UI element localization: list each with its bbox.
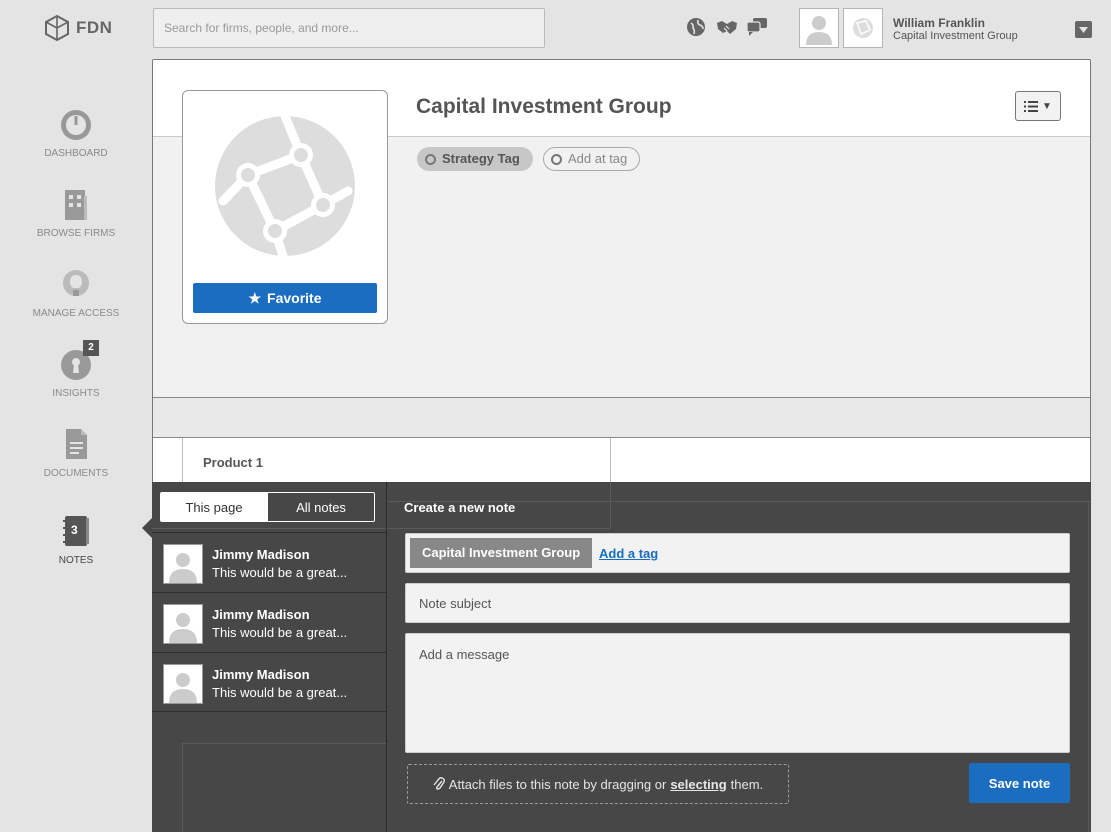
note-author: Jimmy Madison: [212, 547, 310, 562]
keyhole-icon: 2: [59, 340, 99, 382]
globe-network-icon: [215, 111, 355, 261]
person-icon: [169, 673, 197, 703]
notes-pointer: [142, 518, 152, 538]
tab-all-notes[interactable]: All notes: [267, 493, 374, 521]
tag-label: Strategy Tag: [442, 151, 520, 166]
create-note-title: Create a new note: [404, 500, 516, 515]
notes-scope-toggle: This page All notes: [160, 492, 375, 522]
cube-logo-icon: [45, 14, 69, 42]
product-label: Product 1: [203, 455, 263, 470]
note-tags-field[interactable]: Capital Investment Group Add a tag: [405, 533, 1070, 573]
add-tag-button[interactable]: Add at tag: [543, 147, 641, 171]
firm-title: Capital Investment Group: [416, 95, 672, 118]
notebook-icon: 3: [59, 515, 93, 549]
ghost-divider: [182, 743, 386, 744]
note-preview: This would be a great...: [212, 625, 348, 640]
building-icon: [59, 188, 93, 222]
list-menu-button[interactable]: ▼: [1015, 91, 1061, 121]
user-name: William Franklin: [893, 16, 985, 30]
user-company: Capital Investment Group: [893, 30, 1018, 42]
top-icons: [686, 17, 767, 37]
nav-label: BROWSE FIRMS: [36, 228, 116, 239]
add-tag-link[interactable]: Add a tag: [599, 546, 658, 561]
lightbulb-icon: [59, 268, 93, 302]
note-message-input[interactable]: [405, 633, 1070, 753]
ghost-divider: [610, 482, 611, 528]
author-avatar: [163, 544, 203, 584]
firm-logo-card: ★ Favorite: [182, 90, 388, 324]
strategy-tag[interactable]: Strategy Tag: [417, 147, 533, 171]
note-list-item[interactable]: Jimmy Madison This would be a great...: [152, 592, 386, 652]
notes-divider: [386, 482, 387, 832]
ghost-divider: [1088, 502, 1089, 832]
favorite-label: Favorite: [267, 290, 322, 306]
select-files-link[interactable]: selecting: [670, 777, 726, 792]
person-icon: [169, 553, 197, 583]
globe-icon[interactable]: [686, 17, 706, 37]
note-list-item[interactable]: Jimmy Madison This would be a great...: [152, 652, 386, 712]
nav-browse-firms[interactable]: BROWSE FIRMS: [0, 188, 152, 239]
person-icon: [806, 16, 832, 45]
brand-logo[interactable]: FDN: [44, 14, 112, 42]
note-author: Jimmy Madison: [212, 607, 310, 622]
nav-insights[interactable]: 2 INSIGHTS: [0, 340, 152, 399]
chat-icon[interactable]: [746, 17, 767, 37]
nav-label: DOCUMENTS: [43, 468, 109, 479]
firm-tag-chip[interactable]: Capital Investment Group: [410, 538, 593, 568]
globe-network-icon: [853, 18, 873, 38]
nav-documents[interactable]: DOCUMENTS: [0, 428, 152, 479]
caret-down-icon: ▼: [1042, 100, 1052, 112]
note-preview: This would be a great...: [212, 565, 348, 580]
list-icon: [1024, 100, 1039, 112]
nav-notes[interactable]: 3 NOTES: [0, 515, 152, 566]
author-avatar: [163, 664, 203, 704]
note-preview: This would be a great...: [212, 685, 348, 700]
caret-down-icon: [1079, 26, 1088, 33]
search-input[interactable]: [153, 8, 545, 48]
tag-ring-icon: [425, 154, 436, 165]
nav-label: DASHBOARD: [44, 148, 108, 159]
handshake-icon[interactable]: [716, 17, 737, 37]
star-icon: ★: [248, 289, 262, 306]
save-note-button[interactable]: Save note: [969, 763, 1070, 803]
note-subject-input[interactable]: [405, 583, 1070, 623]
tag-ring-icon: [551, 154, 562, 165]
author-avatar: [163, 604, 203, 644]
company-avatar[interactable]: [843, 8, 883, 48]
gauge-icon: [59, 108, 93, 142]
paperclip-icon: [433, 777, 445, 790]
section-separator: [153, 397, 1090, 438]
attach-text: Attach files to this note by dragging or: [448, 776, 667, 792]
notes-count: 3: [71, 523, 78, 537]
nav-label: NOTES: [58, 555, 94, 566]
user-avatar[interactable]: [799, 8, 839, 48]
insights-badge: 2: [83, 340, 99, 356]
nav-dashboard[interactable]: DASHBOARD: [0, 108, 152, 159]
add-tag-label: Add at tag: [568, 151, 628, 166]
user-menu-button[interactable]: [1075, 21, 1092, 38]
document-icon: [59, 428, 93, 462]
person-icon: [169, 613, 197, 643]
notes-panel: This page All notes Jimmy Madison This w…: [152, 482, 1091, 832]
brand-name: FDN: [76, 18, 113, 37]
ghost-divider: [182, 743, 183, 832]
attach-suffix: them.: [730, 776, 764, 792]
ghost-divider: [152, 528, 610, 529]
attach-dropzone[interactable]: Attach files to this note by dragging or…: [407, 764, 789, 804]
note-author: Jimmy Madison: [212, 667, 310, 682]
nav-label: MANAGE ACCESS: [32, 308, 120, 319]
note-list-item[interactable]: Jimmy Madison This would be a great...: [152, 532, 386, 592]
nav-manage-access[interactable]: MANAGE ACCESS: [0, 268, 152, 319]
nav-label: INSIGHTS: [52, 388, 100, 399]
tab-this-page[interactable]: This page: [161, 493, 267, 521]
favorite-button[interactable]: ★ Favorite: [193, 283, 377, 313]
